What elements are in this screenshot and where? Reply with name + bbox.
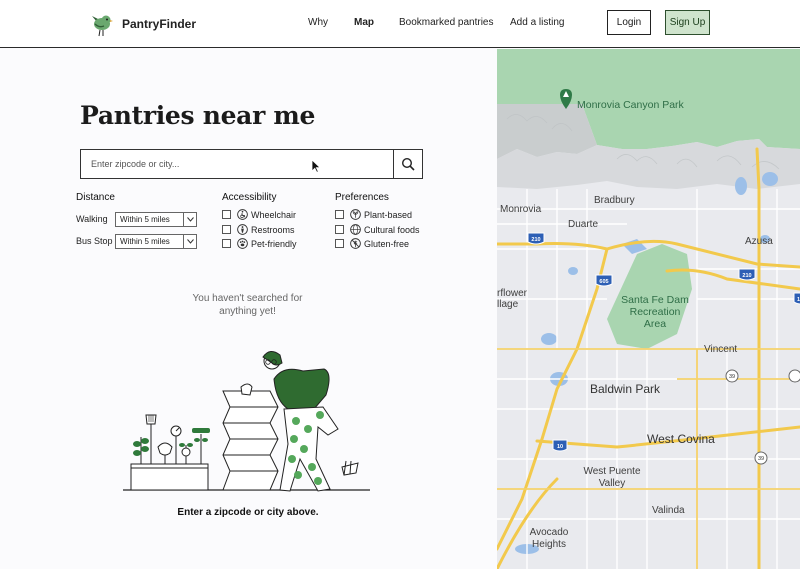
search-icon bbox=[401, 157, 415, 171]
map-label-west-puente-line1: West Puente bbox=[583, 466, 641, 477]
map-label-west-puente-line2: Valley bbox=[598, 478, 626, 489]
shield-r39-b: 39 bbox=[758, 456, 764, 462]
signup-button[interactable]: Sign Up bbox=[665, 10, 710, 35]
map-label-santa-fe-dam: Santa Fe Dam Recreation Area bbox=[615, 294, 695, 330]
plant-based-label: Plant-based bbox=[364, 209, 413, 220]
map-label-avocado-heights: Avocado Heights bbox=[527, 527, 571, 551]
pet-friendly-label: Pet-friendly bbox=[251, 238, 297, 249]
wheelchair-label: Wheelchair bbox=[251, 209, 297, 220]
brand[interactable]: PantryFinder bbox=[88, 10, 196, 38]
cultural-foods-checkbox[interactable] bbox=[335, 225, 344, 234]
paw-icon bbox=[237, 238, 248, 249]
pet-friendly-checkbox[interactable] bbox=[222, 239, 231, 248]
empty-state-cta: Enter a zipcode or city above. bbox=[177, 507, 319, 518]
search-panel: Pantries near me Distance Walking Within… bbox=[0, 49, 497, 569]
accessibility-heading: Accessibility bbox=[222, 192, 277, 203]
map-label-duarte: Duarte bbox=[568, 219, 599, 230]
wheelchair-icon bbox=[237, 209, 248, 220]
filter-wheelchair[interactable]: Wheelchair bbox=[222, 209, 296, 220]
search-button[interactable] bbox=[393, 150, 422, 178]
map-label-irwindale-line2: llage bbox=[497, 299, 519, 310]
nav-why[interactable]: Why bbox=[308, 17, 328, 28]
walking-distance-value: Within 5 miles bbox=[120, 215, 170, 224]
map-label-west-covina: West Covina bbox=[647, 432, 715, 446]
map-label-irwindale-line1: rflower bbox=[497, 288, 528, 299]
map-label-santa-fe-line2: Recreation bbox=[629, 306, 681, 318]
map-label-santa-fe-line1: Santa Fe Dam bbox=[621, 294, 689, 306]
walking-label: Walking bbox=[76, 214, 108, 224]
map-label-park: Monrovia Canyon Park bbox=[577, 99, 684, 111]
map-label-avocado-line1: Avocado bbox=[529, 527, 569, 538]
shield-i605: 605 bbox=[599, 279, 608, 285]
filter-cultural-foods[interactable]: Cultural foods bbox=[335, 224, 420, 235]
map-label-irwindale: rflower llage bbox=[497, 288, 527, 310]
wheelchair-checkbox[interactable] bbox=[222, 210, 231, 219]
leaf-icon bbox=[350, 209, 361, 220]
chevron-down-icon bbox=[183, 235, 196, 248]
search-input[interactable] bbox=[81, 150, 394, 178]
shield-i10: 10 bbox=[557, 444, 563, 450]
map-label-avocado-line2: Heights bbox=[532, 539, 566, 550]
restrooms-checkbox[interactable] bbox=[222, 225, 231, 234]
walking-distance-select[interactable]: Within 5 miles bbox=[115, 212, 197, 227]
nav-bookmarked-pantries[interactable]: Bookmarked pantries bbox=[399, 17, 494, 28]
chevron-down-icon bbox=[183, 213, 196, 226]
nav-map[interactable]: Map bbox=[354, 17, 374, 28]
empty-state-line-1: You haven't searched for bbox=[192, 293, 303, 304]
shield-r39-a: 39 bbox=[729, 374, 735, 380]
gluten-free-checkbox[interactable] bbox=[335, 239, 344, 248]
shield-i210-a: 210 bbox=[531, 237, 540, 243]
filter-gluten-free[interactable]: Gluten-free bbox=[335, 238, 409, 249]
empty-state-line-2: anything yet! bbox=[219, 306, 276, 317]
preferences-heading: Preferences bbox=[335, 192, 389, 203]
map-label-baldwin-park: Baldwin Park bbox=[590, 382, 661, 396]
map-label-bradbury: Bradbury bbox=[594, 195, 635, 206]
top-navbar: PantryFinder Why Map Bookmarked pantries… bbox=[0, 0, 800, 48]
map-label-west-puente-valley: West Puente Valley bbox=[577, 466, 647, 490]
globe-icon bbox=[350, 224, 361, 235]
mouse-cursor-icon bbox=[311, 159, 321, 173]
shield-i210-b: 210 bbox=[742, 273, 751, 279]
bus-stop-distance-value: Within 5 miles bbox=[120, 237, 170, 246]
filter-restrooms[interactable]: Restrooms bbox=[222, 224, 295, 235]
plant-based-checkbox[interactable] bbox=[335, 210, 344, 219]
map-label-valinda: Valinda bbox=[652, 505, 685, 516]
cultural-foods-label: Cultural foods bbox=[364, 224, 420, 235]
gluten-free-label: Gluten-free bbox=[364, 238, 410, 249]
filter-plant-based[interactable]: Plant-based bbox=[335, 209, 412, 220]
distance-heading: Distance bbox=[76, 192, 115, 203]
bus-stop-label: Bus Stop bbox=[76, 236, 113, 246]
page-title: Pantries near me bbox=[80, 101, 316, 130]
search-bar bbox=[80, 149, 423, 179]
map-label-azusa: Azusa bbox=[745, 236, 773, 247]
gardener-illustration bbox=[123, 351, 370, 492]
filter-pet-friendly[interactable]: Pet-friendly bbox=[222, 238, 297, 249]
map-label-monrovia: Monrovia bbox=[500, 204, 542, 215]
restrooms-label: Restrooms bbox=[251, 224, 295, 235]
map-label-santa-fe-line3: Area bbox=[643, 318, 667, 330]
login-button[interactable]: Login bbox=[607, 10, 651, 35]
nav-add-listing[interactable]: Add a listing bbox=[510, 17, 564, 28]
bird-icon bbox=[92, 15, 113, 37]
map-label-vincent: Vincent bbox=[704, 344, 738, 355]
restroom-icon bbox=[237, 224, 248, 235]
bus-stop-distance-select[interactable]: Within 5 miles bbox=[115, 234, 197, 249]
empty-state-message: You haven't searched for anything yet! bbox=[170, 292, 325, 318]
brand-name: PantryFinder bbox=[122, 17, 197, 31]
map-view[interactable]: 210 210 605 10 10 39 39 Monrovia Canyon … bbox=[497, 49, 800, 569]
no-gluten-icon bbox=[350, 238, 361, 249]
